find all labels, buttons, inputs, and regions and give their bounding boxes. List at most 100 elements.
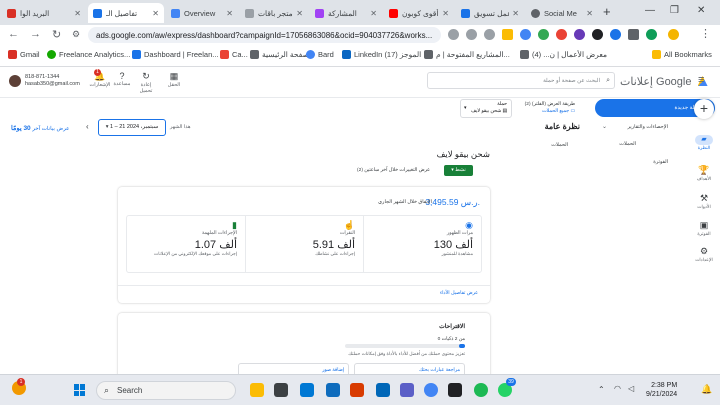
help-button[interactable]: ? مساعدة bbox=[110, 71, 134, 87]
minimize-icon[interactable]: — bbox=[645, 5, 655, 16]
close-icon[interactable]: ✕ bbox=[74, 9, 81, 18]
bookmark-4[interactable]: Ca... bbox=[220, 50, 248, 59]
rail-tools[interactable]: ⚒ الأدوات bbox=[692, 193, 716, 210]
bookmark-1[interactable]: Gmail bbox=[8, 50, 40, 59]
bookmark-3[interactable]: Dashboard | Freelan... bbox=[132, 50, 219, 59]
taskbar-search-input[interactable]: ⌕ Search bbox=[96, 381, 236, 400]
extension-6-icon[interactable] bbox=[610, 29, 621, 40]
tools-button[interactable]: ▦ الحقل bbox=[162, 71, 186, 88]
maximize-icon[interactable]: ❐ bbox=[670, 5, 679, 16]
tab-6[interactable]: أقوى كوبون ✕ bbox=[384, 3, 454, 23]
volume-icon[interactable]: ◁ bbox=[628, 384, 634, 393]
back-icon[interactable]: ← bbox=[8, 28, 19, 40]
download-icon[interactable] bbox=[646, 29, 657, 40]
bookmark-2[interactable]: Freelance Analytics... bbox=[47, 50, 130, 59]
date-range-picker[interactable]: ▾ 1 – 21 سبتمبر، 2024 bbox=[98, 119, 166, 136]
clock[interactable]: 2:38 PM 9/21/2024 bbox=[646, 381, 677, 399]
tab-5[interactable]: المشاركة ✕ bbox=[310, 3, 382, 23]
google-ads-logo[interactable]: إعلانات Google bbox=[620, 75, 708, 88]
account-info[interactable]: 818-871-1344 hasab350@gmail.com bbox=[25, 74, 80, 88]
terminal-icon[interactable] bbox=[448, 383, 462, 397]
metric-clicks[interactable]: ☝ النقرات 5.91 ألف إجراءات على نشاطك bbox=[245, 216, 363, 272]
tab-2[interactable]: تفاصيل الـ ✕ bbox=[88, 3, 164, 23]
bookmark-6[interactable]: Bard bbox=[306, 50, 334, 59]
menu-dots-icon[interactable]: ⋮ bbox=[700, 27, 711, 40]
tray-chevron-icon[interactable]: ⌃ bbox=[598, 385, 605, 394]
camera-off-icon[interactable] bbox=[448, 29, 459, 40]
chrome-icon[interactable] bbox=[424, 383, 438, 397]
wifi-icon[interactable]: ◠ bbox=[614, 384, 621, 393]
extension-5-icon[interactable] bbox=[592, 29, 603, 40]
rail-overview[interactable]: ▰ النظرة bbox=[692, 135, 716, 151]
tab-8[interactable]: Social Me ✕ bbox=[526, 3, 598, 23]
media-icon[interactable] bbox=[274, 383, 288, 397]
all-bookmarks[interactable]: All Bookmarks bbox=[652, 50, 712, 59]
bookmark-5[interactable]: الصفحة الرئيسية bbox=[250, 50, 313, 59]
account-avatar[interactable] bbox=[9, 75, 21, 87]
outlook-icon[interactable] bbox=[326, 383, 340, 397]
rail-goals[interactable]: 🏆 الأهداف bbox=[692, 165, 716, 182]
translate-icon[interactable] bbox=[484, 29, 495, 40]
refresh-button[interactable]: ↻ إعادة تحميل bbox=[134, 71, 158, 94]
notifications-button[interactable]: 🔔 الإشعارات 1 bbox=[88, 69, 112, 88]
reco-card-images[interactable]: إضافة صور bbox=[238, 363, 349, 374]
store-app-icon[interactable] bbox=[376, 383, 390, 397]
close-window-icon[interactable]: ✕ bbox=[697, 5, 705, 16]
puzzle-icon[interactable] bbox=[628, 29, 639, 40]
extension-3-icon[interactable] bbox=[556, 29, 567, 40]
tab-1[interactable]: البريد الوا ✕ bbox=[2, 3, 86, 23]
address-bar[interactable]: ads.google.com/aw/express/dashboard?camp… bbox=[88, 27, 441, 43]
close-icon[interactable]: ✕ bbox=[152, 9, 159, 18]
campaign-type-filter[interactable]: طريقة العرض (الفلتر) (2) جميع الحملات ▭ bbox=[516, 100, 578, 117]
show-last-link[interactable]: عرض بيانات آخر 30 يومًا bbox=[11, 124, 69, 132]
metric-conversions[interactable]: ▮ الإجراءات الملهمة 1.07 ألف إجراءات على… bbox=[127, 216, 245, 272]
edge-icon[interactable] bbox=[300, 383, 314, 397]
campaign-filter[interactable]: حملة شحن بيقو لايف ▤ ▾ bbox=[460, 99, 512, 118]
extension-1-icon[interactable] bbox=[520, 29, 531, 40]
tab-3[interactable]: Overview ✕ bbox=[166, 3, 238, 23]
extension-2-icon[interactable] bbox=[538, 29, 549, 40]
bookmark-7[interactable]: LinkedIn (17) الموجز bbox=[342, 50, 421, 59]
notification-bell-icon[interactable]: 🔔 bbox=[701, 384, 712, 395]
windows-start-icon[interactable] bbox=[74, 384, 86, 396]
campaigns-breadcrumb[interactable]: الحملات bbox=[551, 142, 568, 148]
rail-billing[interactable]: ▣ الفوترة bbox=[692, 220, 716, 237]
close-icon[interactable]: ✕ bbox=[512, 9, 519, 18]
eye-off-icon[interactable] bbox=[466, 29, 477, 40]
file-explorer-icon[interactable] bbox=[250, 383, 264, 397]
status-dropdown[interactable]: ▾ نشط bbox=[444, 165, 473, 176]
new-tab-icon[interactable]: + bbox=[603, 4, 611, 19]
close-icon[interactable]: ✕ bbox=[370, 9, 377, 18]
close-icon[interactable]: ✕ bbox=[226, 9, 233, 18]
chevron-down-icon[interactable]: ⌄ bbox=[602, 123, 607, 130]
teams-icon[interactable] bbox=[400, 383, 414, 397]
spotify-icon[interactable] bbox=[474, 383, 488, 397]
tab-7[interactable]: عمل تسويق ✕ bbox=[456, 3, 524, 23]
site-info-icon[interactable]: ⚙ bbox=[72, 29, 80, 40]
office-icon[interactable] bbox=[350, 383, 364, 397]
performance-details-link[interactable]: عرض تفاصيل الأداء bbox=[440, 291, 478, 296]
bookmark-8[interactable]: المشاريع المفتوحة | م... bbox=[424, 50, 510, 59]
create-plus-icon[interactable]: + bbox=[694, 99, 714, 119]
billing-menu-item[interactable]: الفوترة bbox=[653, 159, 668, 165]
forward-icon[interactable]: → bbox=[30, 28, 41, 40]
campaigns-menu-item[interactable]: الحملات bbox=[619, 141, 636, 147]
star-icon[interactable] bbox=[502, 29, 513, 40]
metric-impressions[interactable]: ◉ مرات الظهور 130 ألف مشاهدة للمنشور bbox=[363, 216, 481, 272]
close-icon[interactable]: ✕ bbox=[442, 9, 449, 18]
rail-settings[interactable]: ⚙ الإعدادات bbox=[692, 246, 716, 263]
profile-avatar-icon[interactable] bbox=[668, 29, 679, 40]
search-input[interactable]: البحث عن صفحة أو حملة ⌕ bbox=[427, 72, 615, 89]
extension-4-icon[interactable] bbox=[574, 29, 585, 40]
hamburger-menu-icon[interactable]: ≡ bbox=[698, 74, 704, 86]
close-icon[interactable]: ✕ bbox=[586, 9, 593, 18]
close-icon[interactable]: ✕ bbox=[296, 9, 303, 18]
previous-period-icon[interactable]: ‹ bbox=[86, 122, 89, 131]
bookmark-9[interactable]: معرض الأعمال | ن... (4) bbox=[520, 50, 607, 59]
stats-menu-item[interactable]: الإحصاءات والتقارير bbox=[628, 124, 668, 130]
view-changes-link[interactable]: عرض التغييرات خلال آخر ساعتين (2) bbox=[357, 168, 430, 173]
tab-4[interactable]: متجر باقات ✕ bbox=[240, 3, 308, 23]
store-icon bbox=[245, 8, 254, 18]
reload-icon[interactable]: ↻ bbox=[52, 28, 61, 41]
reco-card-search-terms[interactable]: مراجعة عبارات بحثك bbox=[354, 363, 465, 374]
